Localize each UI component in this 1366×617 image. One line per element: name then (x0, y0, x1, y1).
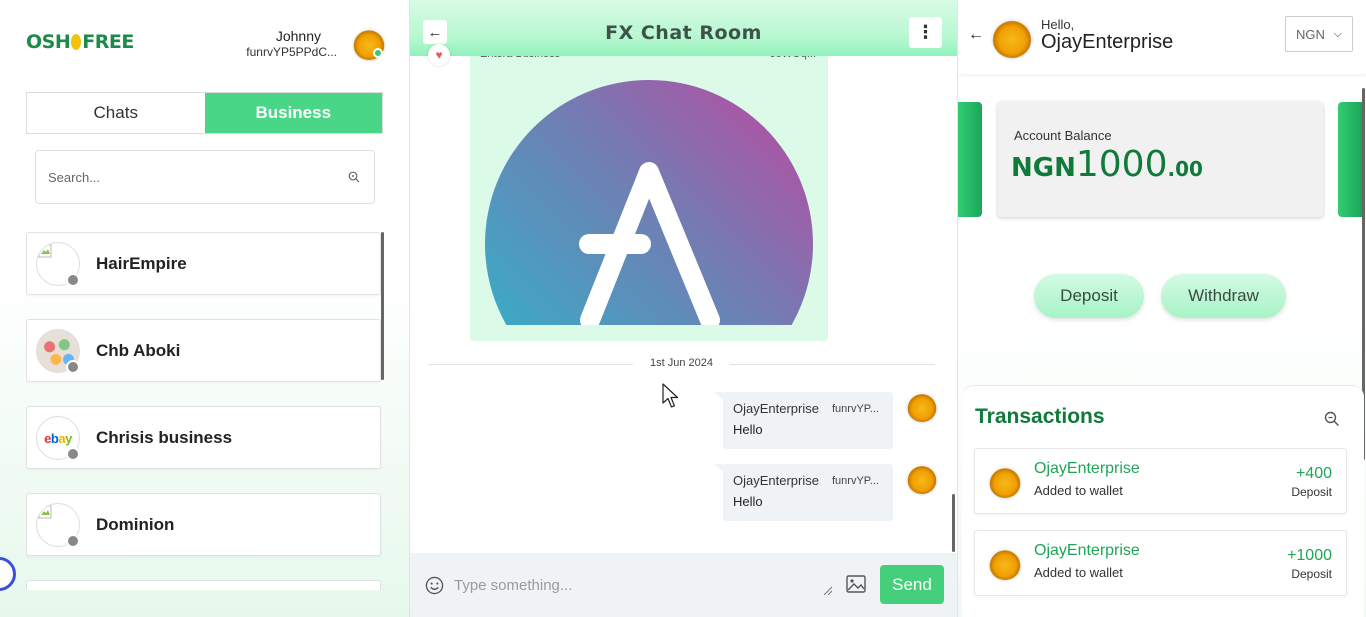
wallet-header: ← Hello, OjayEnterprise NGN ⌵ (958, 0, 1366, 74)
logo-mark-icon (71, 34, 82, 50)
emoji-icon[interactable] (425, 576, 444, 595)
carousel-prev-card[interactable] (958, 102, 982, 217)
status-dot-icon (66, 273, 80, 287)
balance-label: Account Balance (1014, 128, 1112, 143)
transaction-row[interactable]: OjayEnterprise Added to wallet +1000 Dep… (974, 530, 1347, 596)
back-arrow-icon[interactable]: ← (968, 26, 984, 44)
transactions-title: Transactions (975, 405, 1105, 428)
message-text: Hello (733, 494, 763, 509)
chat-list-scrollbar[interactable] (381, 232, 384, 380)
transaction-desc: Added to wallet (1034, 565, 1123, 580)
tab-chats[interactable]: Chats (27, 93, 205, 133)
carousel-next-card[interactable] (1338, 102, 1362, 217)
message-sender: OjayEnterprise (733, 401, 819, 416)
user-id: funrvYP5PPdC... (246, 45, 337, 59)
avatar (989, 466, 1021, 498)
currency-value: NGN (1296, 27, 1325, 42)
chat-name: Dominion (96, 515, 175, 534)
status-dot-icon (66, 447, 80, 461)
avatar (989, 548, 1021, 580)
floating-action-icon[interactable] (0, 557, 16, 591)
list-item[interactable]: HairEmpire (26, 232, 381, 295)
chat-list-panel: OSH FREE Johnny funrvYP5PPdC... Chats Bus… (0, 0, 410, 617)
transaction-type: Deposit (1291, 567, 1332, 581)
search-icon[interactable] (1324, 411, 1340, 427)
message-sender: OjayEnterprise (733, 473, 819, 488)
greeting: Hello, (1041, 17, 1075, 32)
wallet-panel: ← Hello, OjayEnterprise NGN ⌵ Account Ba… (957, 0, 1366, 617)
chevron-down-icon: ⌵ (1333, 28, 1342, 40)
search-field[interactable]: Search... (35, 150, 375, 204)
messages-scrollbar[interactable] (952, 494, 955, 552)
page-title: FX Chat Room (605, 22, 762, 44)
shared-image[interactable] (485, 80, 813, 325)
image-upload-icon[interactable] (846, 575, 866, 593)
chat-message[interactable]: OjayEnterprise funrvYP... Hello (715, 464, 893, 521)
date-separator: 1st Jun 2024 (428, 357, 935, 371)
deposit-button[interactable]: Deposit (1034, 274, 1144, 318)
kebab-menu-icon: ⋮ (916, 22, 935, 42)
tab-business[interactable]: Business (204, 93, 382, 133)
transaction-amount: +400 (1295, 465, 1332, 482)
list-item[interactable]: Chb Aboki (26, 319, 381, 382)
date-label: 1st Jun 2024 (650, 357, 713, 369)
avatar[interactable] (992, 18, 1032, 58)
list-item[interactable]: ebay Chrisis business (26, 406, 381, 469)
chat-name: Chrisis business (96, 428, 233, 447)
search-input[interactable]: Search... (48, 170, 100, 185)
message-composer: Send (410, 553, 957, 617)
transactions-panel: Transactions OjayEnterprise Added to wal… (962, 385, 1364, 617)
chat-name: HairEmpire (96, 254, 187, 273)
transaction-type: Deposit (1291, 485, 1332, 499)
message-avatar-icon: ♥ (428, 44, 450, 66)
send-button[interactable]: Send (880, 565, 944, 604)
resize-handle-icon[interactable] (823, 586, 832, 595)
withdraw-button[interactable]: Withdraw (1161, 274, 1286, 318)
more-options-button[interactable]: ⋮ (909, 17, 942, 48)
message-sender-id: funrvYP... (832, 475, 879, 487)
status-dot-icon (66, 360, 80, 374)
avatar[interactable] (907, 464, 937, 494)
chat-name: Chb Aboki (96, 341, 181, 360)
currency-select[interactable]: NGN ⌵ (1285, 16, 1353, 52)
app-logo[interactable]: OSH FREE (26, 31, 134, 53)
chat-room-header: ← FX Chat Room ⋮ (410, 0, 957, 56)
message-sender-id: funrvYP... (832, 403, 879, 415)
message-input[interactable] (454, 570, 834, 600)
search-icon[interactable] (348, 171, 360, 183)
transaction-row[interactable]: OjayEnterprise Added to wallet +400 Depo… (974, 448, 1347, 514)
user-name: Johnny (275, 28, 321, 44)
transaction-name: OjayEnterprise (1034, 542, 1140, 559)
business-chat-list: HairEmpire Chb Aboki ebay Chrisis busine… (26, 232, 386, 590)
avatar[interactable] (907, 392, 937, 422)
ebay-logo-icon: ebay (44, 430, 72, 446)
chat-type-tabs: Chats Business (26, 92, 383, 134)
online-status-icon (373, 48, 383, 58)
status-dot-icon (66, 534, 80, 548)
message-text: Hello (733, 422, 763, 437)
transaction-amount: +1000 (1287, 547, 1332, 564)
chat-room-panel: Entera Business JoWOq... ← FX Chat Room … (410, 0, 957, 617)
mouse-cursor-icon (662, 383, 679, 408)
list-item[interactable] (26, 580, 381, 590)
business-name: OjayEnterprise (1041, 31, 1174, 53)
transaction-desc: Added to wallet (1034, 483, 1123, 498)
balance-amount: NGN1000.00 (1011, 144, 1203, 185)
transaction-name: OjayEnterprise (1034, 460, 1140, 477)
list-item[interactable]: Dominion (26, 493, 381, 556)
image-message[interactable]: Entera Business JoWOq... (470, 40, 828, 341)
balance-card: Account Balance NGN1000.00 (998, 102, 1323, 217)
chat-message[interactable]: OjayEnterprise funrvYP... Hello (715, 392, 893, 449)
